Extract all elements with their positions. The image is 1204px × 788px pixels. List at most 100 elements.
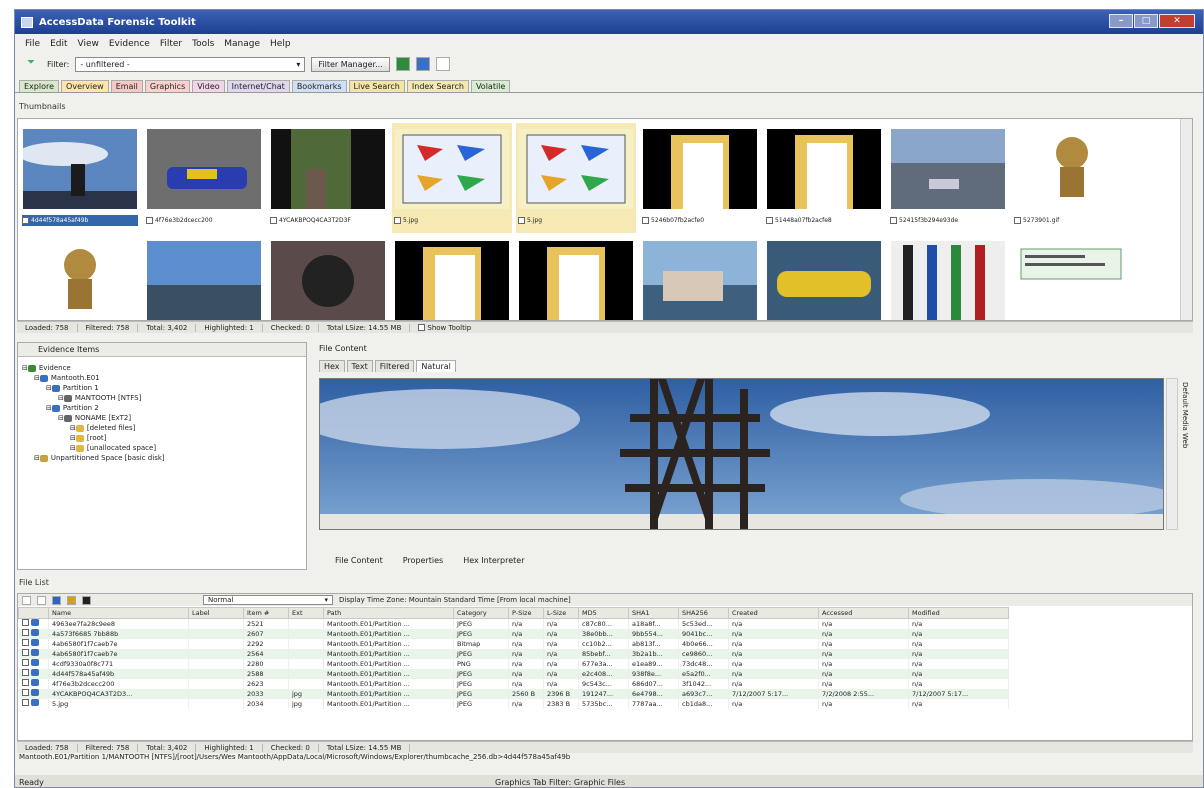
menu-evidence[interactable]: Evidence bbox=[109, 39, 150, 49]
row-checkbox-cell[interactable] bbox=[18, 688, 49, 699]
row-checkbox[interactable] bbox=[21, 679, 29, 686]
tree-node[interactable]: ⊟ Mantooth.E01 bbox=[22, 373, 165, 383]
thumbnail-checkbox[interactable] bbox=[518, 217, 525, 224]
table-row[interactable]: 4f76e3b2dcecc200 2623 Mantooth.E01/Partiti… bbox=[18, 678, 1009, 689]
tree-node[interactable]: ⊟ Evidence bbox=[22, 363, 165, 373]
tree-node[interactable]: ⊟ Partition 2 bbox=[22, 403, 165, 413]
tab-email[interactable]: Email bbox=[110, 80, 143, 92]
expander-icon[interactable]: ⊟ bbox=[58, 394, 64, 402]
column-header-accessed[interactable]: Accessed bbox=[818, 607, 909, 619]
thumbnail[interactable]: 5.jpg bbox=[516, 123, 636, 233]
column-header-modified[interactable]: Modified bbox=[908, 607, 1009, 619]
tab-overview[interactable]: Overview bbox=[61, 80, 109, 92]
viewer-scrollbar[interactable] bbox=[1166, 378, 1178, 530]
tree-node[interactable]: ⊟ [deleted files] bbox=[22, 423, 165, 433]
tab-graphics[interactable]: Graphics bbox=[144, 80, 191, 92]
menu-tools[interactable]: Tools bbox=[192, 39, 214, 49]
column-header-p-size[interactable]: P-Size bbox=[508, 607, 544, 619]
tab-text[interactable]: Text bbox=[346, 360, 373, 372]
uncheck-icon[interactable] bbox=[37, 595, 46, 605]
column-header-created[interactable]: Created bbox=[728, 607, 819, 619]
thumbnail-view-icon[interactable] bbox=[395, 57, 410, 71]
thumbnail[interactable] bbox=[640, 235, 760, 320]
thumbnail-checkbox[interactable] bbox=[766, 217, 773, 224]
color-icon[interactable] bbox=[67, 595, 76, 605]
column-header-label[interactable]: Label bbox=[188, 607, 244, 619]
tab-file-content[interactable]: File Content bbox=[335, 556, 383, 565]
row-checkbox[interactable] bbox=[21, 689, 29, 696]
menu-manage[interactable]: Manage bbox=[224, 39, 260, 49]
thumbnail-checkbox[interactable] bbox=[890, 217, 897, 224]
thumbnail-checkbox[interactable] bbox=[146, 217, 153, 224]
row-checkbox-cell[interactable] bbox=[18, 658, 49, 669]
thumbnail[interactable] bbox=[144, 235, 264, 320]
column-header-name[interactable]: Name bbox=[48, 607, 189, 619]
check-all-icon[interactable] bbox=[22, 595, 31, 605]
filter-icon[interactable]: ⏷ bbox=[27, 57, 41, 71]
row-checkbox-cell[interactable] bbox=[18, 648, 49, 659]
thumbnail[interactable] bbox=[764, 235, 884, 320]
expander-icon[interactable]: ⊟ bbox=[46, 404, 52, 412]
tree-node[interactable]: ⊟ [unallocated space] bbox=[22, 443, 165, 453]
column-header-path[interactable]: Path bbox=[323, 607, 454, 619]
tab-properties[interactable]: Properties bbox=[403, 556, 443, 565]
table-row[interactable]: 4d44f578a45af49b 2588 Mantooth.E01/Partiti… bbox=[18, 668, 1009, 679]
expander-icon[interactable]: ⊟ bbox=[70, 444, 76, 452]
row-checkbox[interactable] bbox=[21, 659, 29, 666]
tree-node[interactable]: ⊟ [root] bbox=[22, 433, 165, 443]
row-checkbox-cell[interactable] bbox=[18, 638, 49, 649]
expander-icon[interactable]: ⊟ bbox=[70, 434, 76, 442]
row-checkbox-cell[interactable] bbox=[18, 618, 49, 629]
table-row[interactable]: 4963ee7fa28c9ee8 2521 Mantooth.E01/Partiti… bbox=[18, 618, 1009, 629]
row-checkbox-cell[interactable] bbox=[18, 698, 49, 709]
filter-manager-button[interactable]: Filter Manager... bbox=[311, 56, 390, 72]
thumbnail[interactable]: 51448a07fb2acfe8 bbox=[764, 123, 884, 233]
pen-icon[interactable] bbox=[52, 595, 61, 605]
black-icon[interactable] bbox=[82, 595, 91, 605]
tab-internet-chat[interactable]: Internet/Chat bbox=[226, 80, 290, 92]
thumbnail[interactable]: 5.jpg bbox=[392, 123, 512, 233]
thumbnail[interactable] bbox=[20, 235, 140, 320]
row-checkbox[interactable] bbox=[21, 699, 29, 706]
expander-icon[interactable]: ⊟ bbox=[46, 384, 52, 392]
expander-icon[interactable]: ⊟ bbox=[34, 374, 40, 382]
thumbnail[interactable] bbox=[888, 235, 1008, 320]
thumbnail[interactable]: 5246b07fb2acfe0 bbox=[640, 123, 760, 233]
tab-bookmarks[interactable]: Bookmarks bbox=[291, 80, 347, 92]
row-checkbox[interactable] bbox=[21, 639, 29, 646]
column-header-sha1[interactable]: SHA1 bbox=[628, 607, 679, 619]
thumbnail[interactable]: 4f76e3b2dcecc200 bbox=[144, 123, 264, 233]
default-media-web-tab[interactable]: Default Media Web bbox=[1181, 382, 1189, 448]
menu-view[interactable]: View bbox=[78, 39, 99, 49]
tab-hex-interpreter[interactable]: Hex Interpreter bbox=[463, 556, 524, 565]
tab-video[interactable]: Video bbox=[192, 80, 225, 92]
view-mode-select[interactable]: Normal ▾ bbox=[203, 595, 333, 605]
thumbnail-checkbox[interactable] bbox=[270, 217, 277, 224]
thumbnail-checkbox[interactable] bbox=[394, 217, 401, 224]
thumbnail-checkbox[interactable] bbox=[1014, 217, 1021, 224]
column-header-sha256[interactable]: SHA256 bbox=[678, 607, 729, 619]
column-header-ext[interactable]: Ext bbox=[288, 607, 324, 619]
tree-node[interactable]: ⊟ Partition 1 bbox=[22, 383, 165, 393]
tab-volatile[interactable]: Volatile bbox=[470, 80, 511, 92]
column-header-category[interactable]: Category bbox=[453, 607, 509, 619]
thumbnail[interactable]: 4d44f578a45af49b bbox=[18, 123, 140, 233]
thumbnail-checkbox[interactable] bbox=[642, 217, 649, 224]
menu-file[interactable]: File bbox=[25, 39, 40, 49]
tab-natural[interactable]: Natural bbox=[416, 360, 456, 372]
menu-help[interactable]: Help bbox=[270, 39, 291, 49]
row-checkbox-cell[interactable] bbox=[18, 678, 49, 689]
checkbox-header[interactable] bbox=[18, 607, 49, 619]
tree-node[interactable]: ⊟ Unpartitioned Space [basic disk] bbox=[22, 453, 165, 463]
show-tooltip-checkbox[interactable]: Show Tooltip bbox=[410, 324, 479, 332]
tab-filtered[interactable]: Filtered bbox=[374, 360, 415, 372]
column-header-md5[interactable]: MD5 bbox=[578, 607, 629, 619]
thumbnail[interactable] bbox=[268, 235, 388, 320]
thumbnail[interactable]: 4YCAKBPOQ4CA3T2D3F bbox=[268, 123, 388, 233]
minimize-button[interactable]: – bbox=[1109, 14, 1133, 28]
tree-node[interactable]: ⊟ NONAME [ExT2] bbox=[22, 413, 165, 423]
row-checkbox[interactable] bbox=[21, 619, 29, 627]
thumbnail[interactable]: 52415f3b294e93de bbox=[888, 123, 1008, 233]
filter-select[interactable]: - unfiltered - ▾ bbox=[75, 56, 306, 72]
thumbnail-scrollbar[interactable] bbox=[1180, 119, 1192, 320]
